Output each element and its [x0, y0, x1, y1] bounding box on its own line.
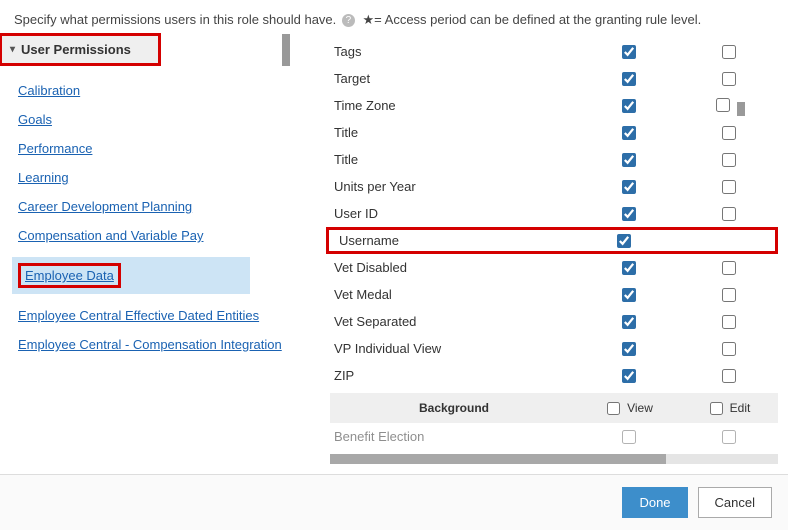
permission-label: Vet Medal	[330, 287, 578, 302]
note-text-suffix: ★= Access period can be defined at the g…	[363, 12, 702, 27]
permission-view-checkbox[interactable]	[622, 369, 636, 383]
sidebar: ▾ User Permissions Calibration Goals Perfo…	[0, 34, 290, 366]
sidebar-item-link[interactable]: Employee Central - Compensation Integrat…	[18, 337, 282, 352]
sidebar-category-user-permissions[interactable]: ▾ User Permissions	[0, 34, 160, 65]
section-edit-label: Edit	[730, 401, 751, 415]
sidebar-scrollbar-thumb[interactable]	[282, 34, 290, 66]
sidebar-item[interactable]: Goals	[18, 112, 290, 127]
permission-edit-checkbox[interactable]	[722, 207, 736, 221]
sidebar-item-link[interactable]: Employee Central Effective Dated Entitie…	[18, 308, 259, 323]
permission-row: Target	[330, 65, 778, 92]
sidebar-item-link[interactable]: Employee Data	[25, 268, 114, 283]
permission-label: Time Zone	[330, 98, 578, 113]
permission-label: Username	[331, 233, 573, 248]
sidebar-item[interactable]: Employee Central - Compensation Integrat…	[18, 337, 290, 352]
permission-edit-checkbox[interactable]	[722, 180, 736, 194]
done-button[interactable]: Done	[622, 487, 687, 518]
sidebar-category-label: User Permissions	[21, 42, 131, 57]
permission-view-checkbox[interactable]	[622, 99, 636, 113]
section-view-all-checkbox[interactable]	[607, 402, 620, 415]
sidebar-item[interactable]: Learning	[18, 170, 290, 185]
horizontal-scrollbar[interactable]	[330, 454, 778, 464]
permission-view-checkbox[interactable]	[622, 288, 636, 302]
sidebar-item-link[interactable]: Performance	[18, 141, 92, 156]
permission-label: Units per Year	[330, 179, 578, 194]
sidebar-item-link[interactable]: Calibration	[18, 83, 80, 98]
permission-edit-checkbox[interactable]	[722, 72, 736, 86]
permission-label: Benefit Election	[330, 429, 578, 444]
permission-view-checkbox[interactable]	[622, 261, 636, 275]
sidebar-item-link[interactable]: Career Development Planning	[18, 199, 192, 214]
permission-edit-checkbox[interactable]	[722, 288, 736, 302]
permission-edit-checkbox[interactable]	[716, 98, 730, 112]
dialog-footer: Done Cancel	[0, 474, 788, 530]
permission-edit-checkbox[interactable]	[722, 261, 736, 275]
permission-edit-checkbox[interactable]	[722, 342, 736, 356]
sidebar-item[interactable]: Calibration	[18, 83, 290, 98]
permission-edit-checkbox[interactable]	[722, 315, 736, 329]
permission-row: Tags	[330, 38, 778, 65]
permission-label: ZIP	[330, 368, 578, 383]
permission-edit-checkbox[interactable]	[722, 369, 736, 383]
permission-row: Units per Year	[330, 173, 778, 200]
permission-row: Vet Separated	[330, 308, 778, 335]
permission-row: Title	[330, 146, 778, 173]
permission-view-checkbox[interactable]	[622, 180, 636, 194]
permission-label: User ID	[330, 206, 578, 221]
permission-row: Vet Medal	[330, 281, 778, 308]
permission-view-checkbox[interactable]	[622, 342, 636, 356]
permission-edit-checkbox[interactable]	[722, 153, 736, 167]
help-icon[interactable]: ?	[342, 14, 355, 27]
sidebar-item[interactable]: Career Development Planning	[18, 199, 290, 214]
highlight-box: Employee Data	[18, 263, 121, 288]
note-text-prefix: Specify what permissions users in this r…	[14, 12, 336, 27]
section-edit-all-checkbox[interactable]	[710, 402, 723, 415]
permission-label: Vet Disabled	[330, 260, 578, 275]
sidebar-item[interactable]: Performance	[18, 141, 290, 156]
chevron-down-icon: ▾	[10, 44, 15, 55]
sidebar-item[interactable]: Employee Central Effective Dated Entitie…	[18, 308, 290, 323]
permissions-panel: Tags Target Time Zone Title Title Units per Y…	[290, 34, 788, 464]
sidebar-item-link[interactable]: Goals	[18, 112, 52, 127]
permission-label: VP Individual View	[330, 341, 578, 356]
sidebar-item[interactable]: Compensation and Variable Pay	[18, 228, 290, 243]
extra-indicator-icon	[737, 102, 745, 116]
permission-edit-checkbox[interactable]	[722, 45, 736, 59]
permission-row: ZIP	[330, 362, 778, 389]
permission-view-checkbox[interactable]	[622, 430, 636, 444]
permission-row: User ID	[330, 200, 778, 227]
permission-row: Username	[326, 227, 778, 254]
permission-view-checkbox[interactable]	[622, 153, 636, 167]
sidebar-item[interactable]: Employee Data	[12, 257, 250, 294]
permission-view-checkbox[interactable]	[622, 126, 636, 140]
permission-label: Title	[330, 152, 578, 167]
sidebar-item-link[interactable]: Compensation and Variable Pay	[18, 228, 204, 243]
permission-label: Target	[330, 71, 578, 86]
section-view-label: View	[627, 401, 653, 415]
cancel-button[interactable]: Cancel	[698, 487, 772, 518]
horizontal-scrollbar-thumb[interactable]	[330, 454, 666, 464]
permission-view-checkbox[interactable]	[622, 72, 636, 86]
permission-row: Time Zone	[330, 92, 778, 119]
section-title: Background	[330, 401, 578, 415]
permission-view-checkbox[interactable]	[617, 234, 631, 248]
permission-edit-checkbox[interactable]	[722, 430, 736, 444]
permission-label: Tags	[330, 44, 578, 59]
section-header-background: Background View Edit	[330, 393, 778, 423]
sidebar-item-link[interactable]: Learning	[18, 170, 69, 185]
permission-row: Title	[330, 119, 778, 146]
permission-label: Title	[330, 125, 578, 140]
permission-view-checkbox[interactable]	[622, 45, 636, 59]
permission-edit-checkbox[interactable]	[722, 126, 736, 140]
permission-view-checkbox[interactable]	[622, 315, 636, 329]
permission-row: Vet Disabled	[330, 254, 778, 281]
permission-label: Vet Separated	[330, 314, 578, 329]
permission-row: VP Individual View	[330, 335, 778, 362]
permission-note: Specify what permissions users in this r…	[0, 0, 788, 34]
permission-view-checkbox[interactable]	[622, 207, 636, 221]
permission-row: Benefit Election	[330, 423, 778, 450]
